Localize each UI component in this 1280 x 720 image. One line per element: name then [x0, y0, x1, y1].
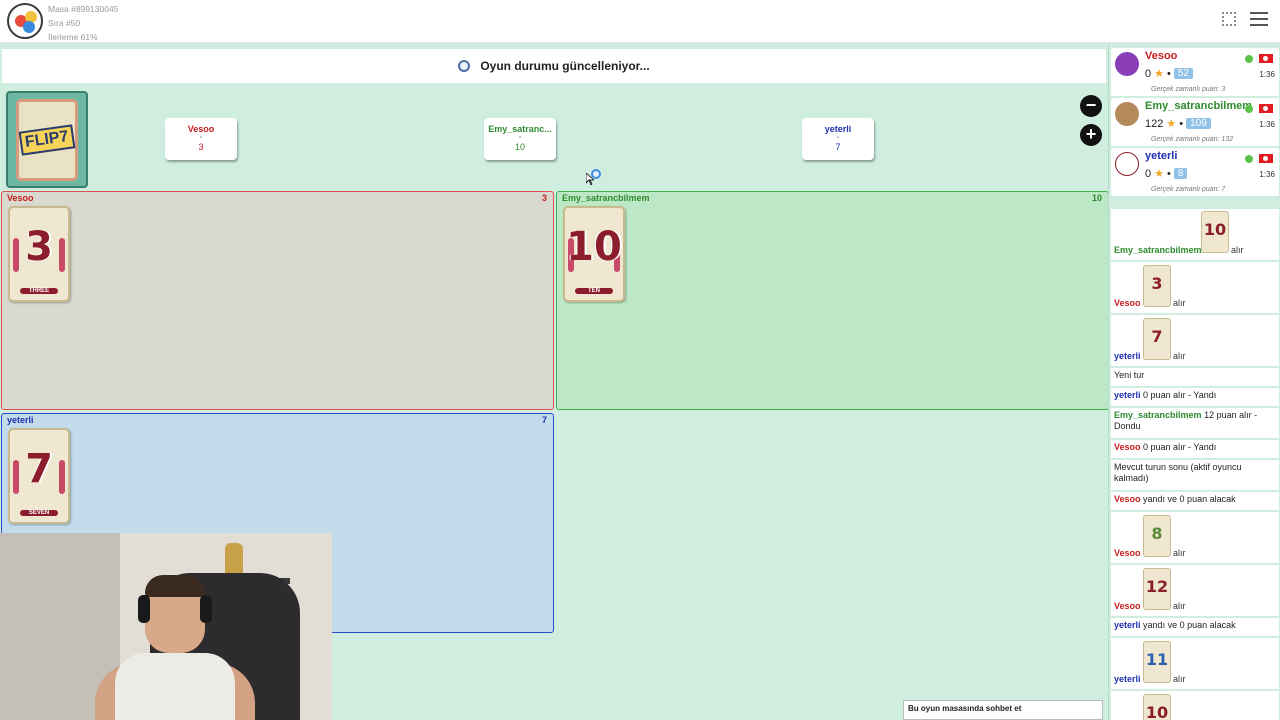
log-entry: 11 yeterli alır: [1111, 638, 1279, 689]
log-entry: yeterli 0 puan alır - Yandı: [1111, 388, 1279, 406]
avatar: [1115, 52, 1139, 76]
log-entry: Vesoo 0 puan alır - Yandı: [1111, 440, 1279, 458]
panel-score: 7: [541, 415, 547, 425]
log-card: 10: [1201, 211, 1229, 253]
flag-icon: [1259, 54, 1273, 63]
player-card-emy[interactable]: Emy_satrancbilmem 122 ★ • 109 Gerçek zamanl…: [1111, 98, 1279, 146]
online-dot-icon: [1245, 155, 1253, 163]
table-info: Masa #899130045 Sıra #50 İlerleme 61%: [48, 2, 118, 44]
star-icon: ★: [1154, 68, 1164, 80]
online-dot-icon: [1245, 105, 1253, 113]
player-card-vesoo[interactable]: Vesoo 0 ★ • 52 Gerçek zamanlı puan: 3 1:36: [1111, 48, 1279, 96]
sidebar: Vesoo 0 ★ • 52 Gerçek zamanlı puan: 3 1:36 …: [1108, 43, 1280, 720]
zoom-out-icon[interactable]: −: [1080, 95, 1102, 117]
status-bar: Oyun durumu güncelleniyor...: [2, 49, 1106, 83]
panel-name: Vesoo: [7, 193, 34, 203]
deck-logo: FLIP7: [18, 124, 76, 156]
star-icon: ★: [1154, 168, 1164, 180]
number-card: 7 SEVEN: [8, 428, 70, 524]
log-entry: 8 Vesoo alır: [1111, 512, 1279, 563]
mouse-cursor-icon: [586, 173, 594, 185]
number-card: 10 TEN: [563, 206, 625, 302]
elo-badge: 109: [1186, 118, 1211, 129]
log-new-round: Yeni tur: [1111, 368, 1279, 386]
log-card: 3: [1143, 265, 1171, 307]
turn-number: Sıra #50: [48, 18, 81, 28]
flag-icon: [1259, 154, 1273, 163]
panel-name: yeterli: [7, 415, 34, 425]
log-card: 10: [1143, 694, 1171, 720]
player-card-yeterli[interactable]: yeterli 0 ★ • 8 Gerçek zamanlı puan: 7 1:36: [1111, 148, 1279, 196]
log-entry: 10: [1111, 691, 1279, 720]
draw-deck[interactable]: FLIP7: [6, 91, 88, 188]
log-entry: yeterli yandı ve 0 puan alacak: [1111, 618, 1279, 636]
log-entry: Vesoo yandı ve 0 puan alacak: [1111, 492, 1279, 510]
panel-name: Emy_satrancbilmem: [562, 193, 650, 203]
number-card: 3 THREE: [8, 206, 70, 302]
score-tab-emy: Emy_satranc... - 10: [484, 118, 556, 160]
score-tab-vesoo: Vesoo - 3: [165, 118, 237, 160]
avatar: [1115, 102, 1139, 126]
progress-text: İlerleme 61%: [48, 32, 98, 42]
log-round-end: Mevcut turun sonu (aktif oyuncu kalmadı): [1111, 460, 1279, 490]
panel-score: 10: [1091, 193, 1102, 203]
log-card: 8: [1143, 515, 1171, 557]
status-message: Oyun durumu güncelleniyor...: [480, 59, 650, 73]
flag-icon: [1259, 104, 1273, 113]
panel-score: 3: [541, 193, 547, 203]
avatar: [1115, 152, 1139, 176]
loading-icon: [458, 60, 471, 72]
log-card: 12: [1143, 568, 1171, 610]
star-icon: ★: [1166, 118, 1177, 130]
player-panel-vesoo: Vesoo 3 3 THREE: [1, 191, 554, 410]
log-entry: 10 Emy_satrancbilmem alır: [1111, 209, 1279, 260]
log-entry: 3 Vesoo alır: [1111, 262, 1279, 313]
top-bar: Masa #899130045 Sıra #50 İlerleme 61%: [0, 0, 1280, 43]
log-entry: 12 Vesoo alır: [1111, 565, 1279, 616]
online-dot-icon: [1245, 55, 1253, 63]
log-card: 7: [1143, 318, 1171, 360]
webcam-overlay: [0, 533, 332, 720]
log-entry: 7 yeterli alır: [1111, 315, 1279, 366]
log-card: 11: [1143, 641, 1171, 683]
chat-input[interactable]: Bu oyun masasında sohbet et: [903, 700, 1103, 720]
menu-icon[interactable]: [1250, 12, 1268, 26]
elo-badge: 52: [1173, 68, 1193, 79]
fullscreen-icon[interactable]: [1222, 12, 1236, 26]
player-panel-emy: Emy_satrancbilmem 10 10 TEN: [556, 191, 1109, 410]
elo-badge: 8: [1173, 168, 1188, 179]
zoom-in-icon[interactable]: +: [1080, 124, 1102, 146]
site-logo[interactable]: [7, 3, 43, 39]
table-id: Masa #899130045: [48, 4, 119, 14]
log-entry: Emy_satrancbilmem 12 puan alır - Dondu: [1111, 408, 1279, 438]
score-tab-yeterli: yeterli - 7: [802, 118, 874, 160]
